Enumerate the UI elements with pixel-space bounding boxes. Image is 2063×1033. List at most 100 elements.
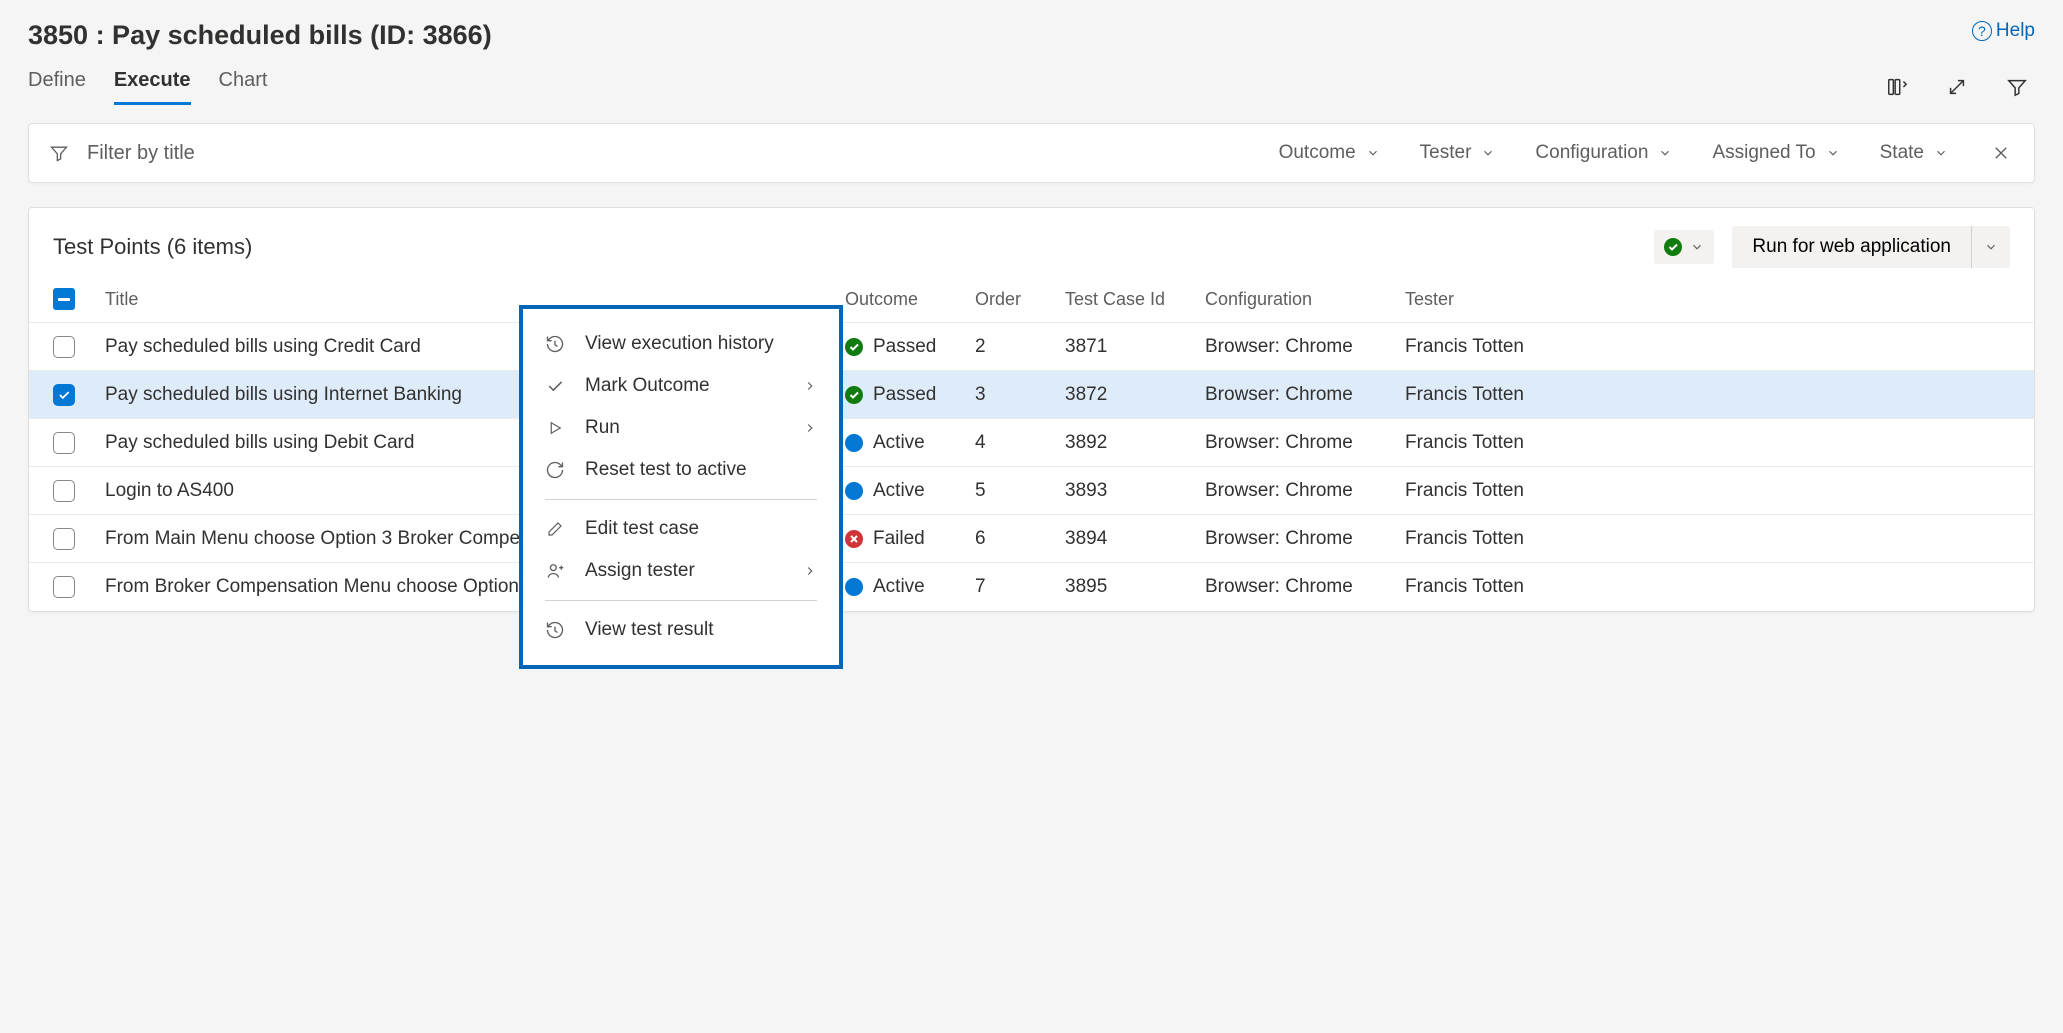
cell-outcome: Passed: [839, 336, 969, 358]
cell-tester: Francis Totten: [1399, 336, 2034, 358]
cell-tester: Francis Totten: [1399, 432, 2034, 454]
cell-test-case-id: 3894: [1059, 528, 1199, 550]
cell-tester: Francis Totten: [1399, 384, 2034, 406]
failed-icon: [845, 530, 863, 548]
row-checkbox[interactable]: [53, 384, 75, 406]
cell-order: 6: [969, 528, 1059, 550]
cell-order: 5: [969, 480, 1059, 502]
col-tester[interactable]: Tester: [1399, 289, 2034, 310]
menu-run[interactable]: Run: [523, 407, 839, 449]
cell-configuration: Browser: Chrome: [1199, 384, 1399, 406]
help-link[interactable]: ? Help: [1972, 20, 2035, 42]
cell-test-case-id: 3893: [1059, 480, 1199, 502]
menu-view-execution-history[interactable]: View execution history: [523, 323, 839, 365]
col-outcome[interactable]: Outcome: [839, 289, 969, 310]
edit-icon: [545, 519, 565, 539]
menu-mark-outcome[interactable]: Mark Outcome: [523, 365, 839, 407]
column-options-icon[interactable]: [1885, 75, 1909, 99]
chevron-down-icon: [1658, 146, 1672, 160]
fullscreen-icon[interactable]: [1945, 75, 1969, 99]
filter-bar: Outcome Tester Configuration Assigned To…: [28, 123, 2035, 183]
menu-reset-to-active[interactable]: Reset test to active: [523, 449, 839, 491]
filter-configuration[interactable]: Configuration: [1535, 142, 1672, 164]
cell-test-case-id: 3872: [1059, 384, 1199, 406]
help-icon: ?: [1972, 21, 1992, 41]
menu-view-test-result[interactable]: View test result: [523, 609, 839, 651]
play-icon: [545, 418, 565, 438]
row-checkbox[interactable]: [53, 336, 75, 358]
tab-define[interactable]: Define: [28, 69, 86, 105]
cell-outcome: Failed: [839, 528, 969, 550]
menu-assign-tester[interactable]: Assign tester: [523, 550, 839, 592]
run-web-button[interactable]: Run for web application: [1732, 226, 1971, 268]
check-icon: [545, 376, 565, 396]
menu-edit-test-case[interactable]: Edit test case: [523, 508, 839, 550]
menu-divider: [545, 600, 817, 601]
chevron-down-icon: [1934, 146, 1948, 160]
col-test-case-id[interactable]: Test Case Id: [1059, 289, 1199, 310]
cell-tester: Francis Totten: [1399, 576, 2034, 598]
clear-filters-icon[interactable]: [1988, 144, 2014, 162]
reset-icon: [545, 460, 565, 480]
col-configuration[interactable]: Configuration: [1199, 289, 1399, 310]
row-checkbox[interactable]: [53, 480, 75, 502]
col-order[interactable]: Order: [969, 289, 1059, 310]
cell-order: 4: [969, 432, 1059, 454]
filter-state[interactable]: State: [1880, 142, 1948, 164]
active-icon: [845, 434, 863, 452]
filter-outcome[interactable]: Outcome: [1279, 142, 1380, 164]
assign-tester-icon: [545, 561, 565, 581]
row-checkbox[interactable]: [53, 576, 75, 598]
filter-icon[interactable]: [2005, 75, 2029, 99]
cell-tester: Francis Totten: [1399, 480, 2034, 502]
passed-icon: [845, 338, 863, 356]
cell-test-case-id: 3892: [1059, 432, 1199, 454]
filter-tester[interactable]: Tester: [1420, 142, 1496, 164]
chevron-down-icon: [1366, 146, 1380, 160]
outcome-status-dropdown[interactable]: [1654, 230, 1714, 264]
table-row[interactable]: Pay scheduled bills using Internet Banki…: [29, 371, 2034, 419]
filter-title-input[interactable]: [85, 141, 485, 166]
tab-chart[interactable]: Chart: [219, 69, 268, 105]
cell-configuration: Browser: Chrome: [1199, 576, 1399, 598]
run-web-dropdown[interactable]: [1971, 226, 2010, 268]
row-checkbox[interactable]: [53, 528, 75, 550]
chevron-right-icon: [803, 564, 817, 578]
chevron-right-icon: [803, 421, 817, 435]
cell-order: 7: [969, 576, 1059, 598]
filter-assigned-to[interactable]: Assigned To: [1712, 142, 1839, 164]
passed-icon: [1664, 238, 1682, 256]
test-points-table: Title Outcome Order Test Case Id Configu…: [29, 282, 2034, 611]
panel-title: Test Points (6 items): [53, 234, 252, 260]
table-row[interactable]: Pay scheduled bills using Debit CardActi…: [29, 419, 2034, 467]
passed-icon: [845, 386, 863, 404]
table-row[interactable]: Login to AS400Active53893Browser: Chrome…: [29, 467, 2034, 515]
filter-funnel-icon: [49, 143, 69, 163]
active-icon: [845, 578, 863, 596]
chevron-down-icon: [1826, 146, 1840, 160]
table-row[interactable]: From Broker Compensation Menu choose Opt…: [29, 563, 2034, 611]
test-points-panel: Test Points (6 items) Run for web applic…: [28, 207, 2035, 612]
chevron-down-icon: [1984, 240, 1998, 254]
cell-tester: Francis Totten: [1399, 528, 2034, 550]
cell-test-case-id: 3895: [1059, 576, 1199, 598]
table-row[interactable]: From Main Menu choose Option 3 Broker Co…: [29, 515, 2034, 563]
cell-test-case-id: 3871: [1059, 336, 1199, 358]
history-icon: [545, 620, 565, 640]
select-all-checkbox[interactable]: [53, 288, 75, 310]
active-icon: [845, 482, 863, 500]
cell-configuration: Browser: Chrome: [1199, 480, 1399, 502]
tab-execute[interactable]: Execute: [114, 69, 191, 105]
cell-configuration: Browser: Chrome: [1199, 336, 1399, 358]
table-row[interactable]: Pay scheduled bills using Credit CardPas…: [29, 323, 2034, 371]
cell-order: 3: [969, 384, 1059, 406]
row-context-menu: View execution history Mark Outcome Run: [519, 305, 843, 669]
row-checkbox[interactable]: [53, 432, 75, 454]
chevron-right-icon: [803, 379, 817, 393]
help-label: Help: [1996, 20, 2035, 42]
chevron-down-icon: [1690, 240, 1704, 254]
history-icon: [545, 334, 565, 354]
cell-order: 2: [969, 336, 1059, 358]
cell-outcome: Active: [839, 480, 969, 502]
menu-divider: [545, 499, 817, 500]
